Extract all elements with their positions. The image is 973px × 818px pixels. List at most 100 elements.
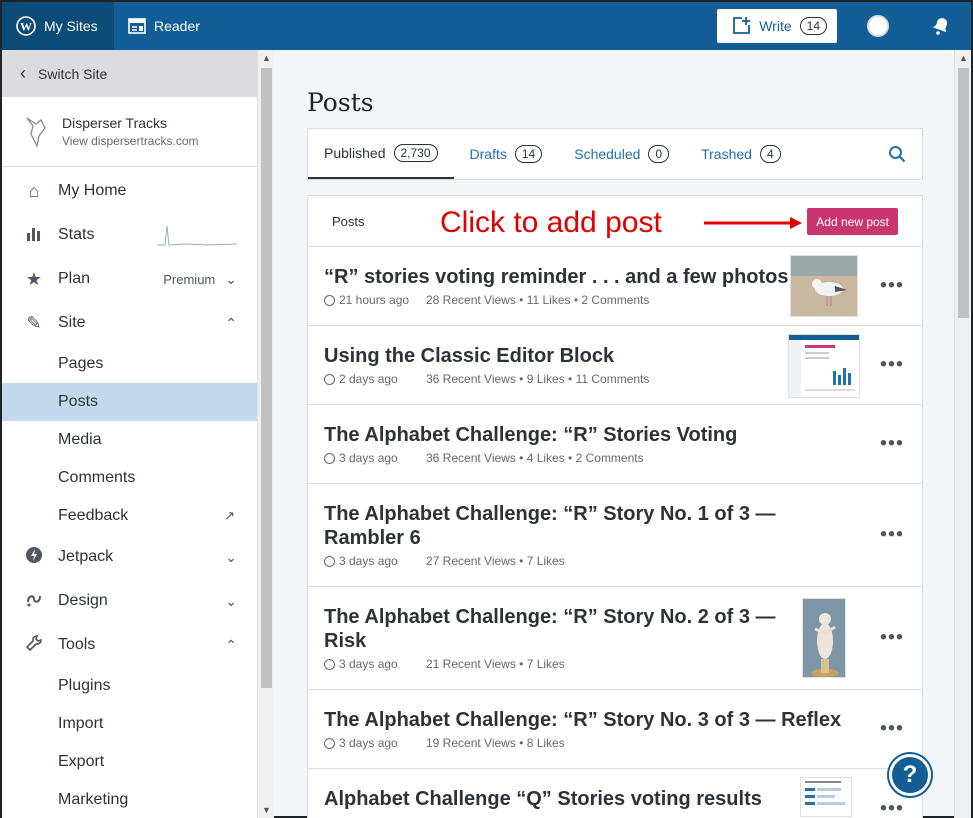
post-status-tabs: Published 2,730 Drafts 14 Scheduled 0 Tr… [307,128,923,180]
post-more-icon[interactable]: ••• [880,798,904,818]
scroll-up-arrow-icon[interactable]: ▲ [955,50,972,66]
post-more-icon[interactable]: ••• [880,718,904,741]
chevron-down-icon: ⌄ [225,592,237,609]
post-stats: 36 Recent Views • 4 Likes • 2 Comments [426,451,644,465]
reader-label: Reader [154,18,200,34]
post-title[interactable]: Alphabet Challenge “Q” Stories voting re… [324,787,844,811]
tab-count-badge: 0 [648,145,670,163]
post-more-icon[interactable]: ••• [880,524,904,547]
reader-button[interactable]: Reader [114,2,234,50]
sidebar-subitem-import[interactable]: Import [2,705,257,743]
sidebar-subitem-feedback[interactable]: Feedback ↗ [2,497,257,535]
post-thumbnail[interactable] [788,334,860,398]
post-row[interactable]: “R” stories voting reminder . . . and a … [308,247,922,326]
tab-label: Trashed [701,146,752,162]
home-icon: ⌂ [28,180,40,201]
sidebar-item-my-home[interactable]: ⌂ My Home [2,169,257,213]
post-title[interactable]: The Alphabet Challenge: “R” Story No. 2 … [324,605,784,653]
sidebar-subitem-label: Import [58,715,104,732]
sidebar-scroll-thumb[interactable] [261,68,272,688]
post-time: 3 days ago [324,451,426,465]
main-content: Posts Published 2,730 Drafts 14 Schedule… [274,50,954,818]
post-title[interactable]: “R” stories voting reminder . . . and a … [324,265,794,289]
tab-drafts[interactable]: Drafts 14 [454,129,559,179]
sidebar-subitem-export[interactable]: Export [2,743,257,781]
post-stats: 28 Recent Views • 11 Likes • 2 Comments [426,293,650,307]
sidebar-item-label: Plan [58,270,91,287]
post-title[interactable]: The Alphabet Challenge: “R” Story No. 1 … [324,502,844,550]
tab-count-badge: 14 [514,145,543,163]
post-row[interactable]: The Alphabet Challenge: “R” Story No. 3 … [308,690,922,769]
sidebar-item-jetpack[interactable]: Jetpack ⌄ [2,535,257,579]
post-more-icon[interactable]: ••• [880,627,904,650]
post-row[interactable]: The Alphabet Challenge: “R” Stories Voti… [308,405,922,484]
post-title[interactable]: The Alphabet Challenge: “R” Stories Voti… [324,423,794,447]
add-new-post-button[interactable]: Add new post [807,208,898,235]
post-title[interactable]: The Alphabet Challenge: “R” Story No. 3 … [324,708,844,732]
notifications-button[interactable] [911,2,971,50]
sidebar-subitem-posts[interactable]: Posts [2,383,257,421]
post-time-text: 3 days ago [339,657,398,671]
avatar[interactable] [867,15,889,37]
tab-label: Scheduled [574,146,641,162]
tab-trashed[interactable]: Trashed 4 [685,129,797,179]
masterbar: W My Sites Reader Write 14 [2,2,971,50]
my-sites-button[interactable]: W My Sites [2,2,114,50]
search-icon [889,146,906,163]
post-more-icon[interactable]: ••• [880,354,904,377]
chevron-up-icon: ⌃ [225,636,237,653]
clock-icon [324,452,335,464]
sidebar-item-label: Tools [58,636,96,653]
sidebar-item-plan[interactable]: ★ Plan Premium ⌄ [2,257,257,301]
sidebar-item-label: Design [58,592,108,609]
external-link-icon: ↗ [224,508,235,523]
site-card[interactable]: Disperser Tracks View dispersertracks.co… [2,97,257,167]
sidebar-subitem-label: Pages [58,355,104,372]
sidebar-item-tools[interactable]: Tools ⌃ [2,623,257,667]
search-button[interactable] [872,129,922,179]
scroll-up-arrow-icon[interactable]: ▲ [258,50,275,66]
post-row[interactable]: Using the Classic Editor Block 2 days ag… [308,326,922,405]
main-scrollbar[interactable]: ▲ [954,50,971,818]
clock-icon [324,294,335,306]
clock-icon [324,373,335,385]
sidebar-scrollbar[interactable]: ▲ ▼ [257,50,274,818]
post-title[interactable]: Using the Classic Editor Block [324,344,794,368]
post-row[interactable]: The Alphabet Challenge: “R” Story No. 2 … [308,587,922,690]
post-time-text: 21 hours ago [339,293,410,307]
pencil-icon: ✎ [26,312,42,333]
sidebar-subitem-label: Marketing [58,791,129,808]
chevron-down-icon: ⌄ [225,270,237,287]
sidebar-item-design[interactable]: Design ⌄ [2,579,257,623]
post-thumbnail[interactable] [790,255,858,317]
stats-icon [22,225,46,246]
post-thumbnail[interactable] [800,777,852,817]
post-meta: 3 days ago 36 Recent Views • 4 Likes • 2… [324,451,922,465]
post-row[interactable]: Alphabet Challenge “Q” Stories voting re… [308,769,922,818]
post-row[interactable]: The Alphabet Challenge: “R” Story No. 1 … [308,484,922,587]
post-more-icon[interactable]: ••• [880,275,904,298]
main-scroll-thumb[interactable] [958,68,969,318]
sidebar-subitem-marketing[interactable]: Marketing [2,781,257,818]
sidebar-subitem-pages[interactable]: Pages [2,345,257,383]
plan-badge: Premium [163,271,216,287]
help-button[interactable]: ? [889,754,931,796]
write-button[interactable]: Write 14 [717,9,837,43]
tab-published[interactable]: Published 2,730 [308,129,454,179]
site-url: View dispersertracks.com [62,134,199,148]
sidebar-subitem-plugins[interactable]: Plugins [2,667,257,705]
sidebar-item-label: Stats [58,226,95,243]
svg-text:W: W [20,20,32,34]
tab-scheduled[interactable]: Scheduled 0 [558,129,685,179]
sidebar-subitem-label: Posts [58,393,99,410]
scroll-down-arrow-icon[interactable]: ▼ [258,802,275,818]
sidebar-subitem-comments[interactable]: Comments [2,459,257,497]
chevron-down-icon: ⌄ [225,548,237,565]
post-more-icon[interactable]: ••• [880,433,904,456]
page-title: Posts [307,88,374,117]
post-thumbnail[interactable] [802,598,846,678]
sidebar-item-site[interactable]: ✎ Site ⌃ [2,301,257,345]
switch-site-button[interactable]: ‹ Switch Site [2,50,257,97]
sidebar-subitem-media[interactable]: Media [2,421,257,459]
sidebar-item-stats[interactable]: Stats [2,213,257,257]
